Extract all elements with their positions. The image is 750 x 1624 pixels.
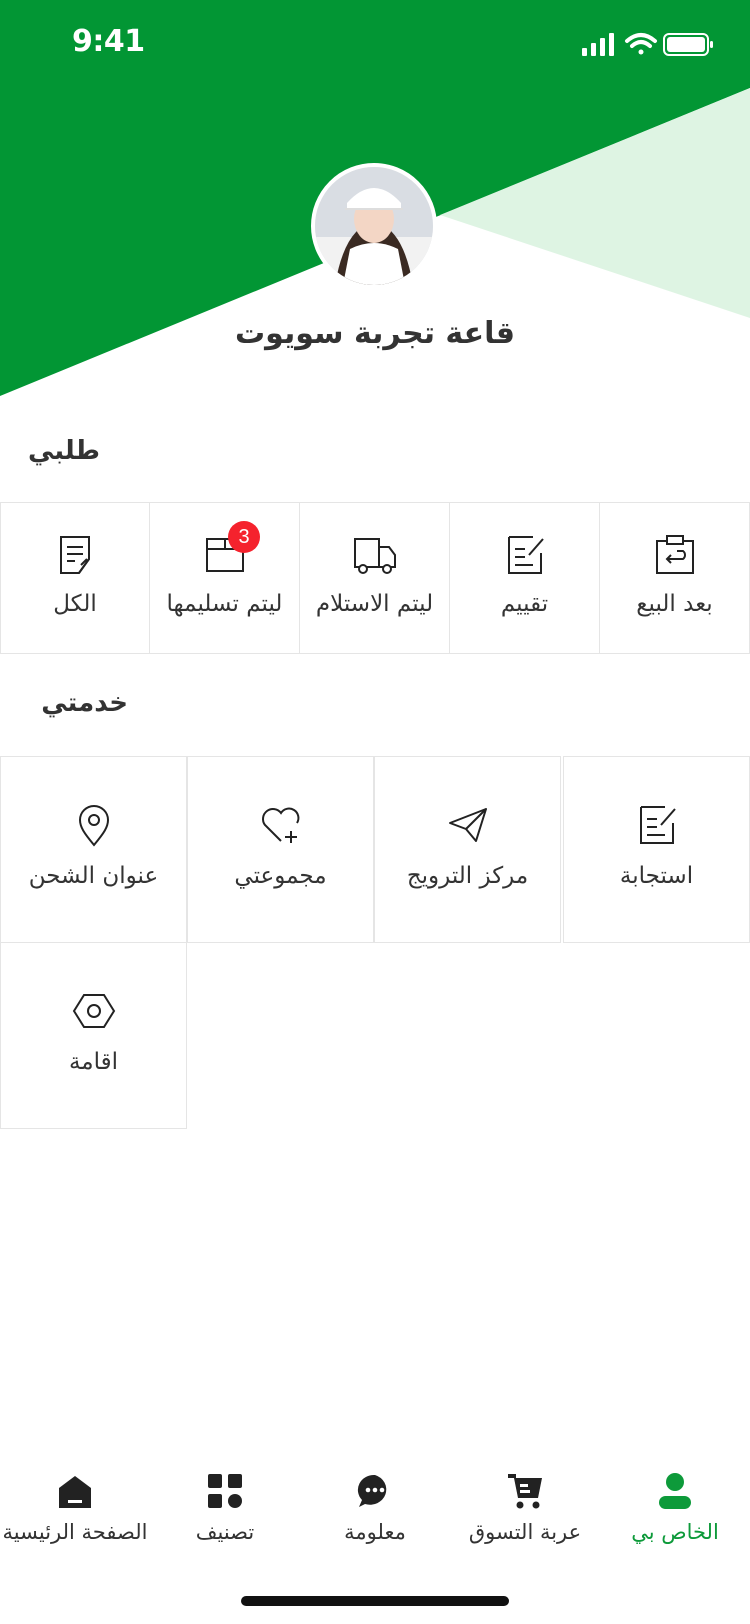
order-to-receive[interactable]: ليتم الاستلام	[300, 503, 450, 653]
tab-profile-label: الخاص بي	[631, 1520, 719, 1544]
signal-icon	[582, 33, 614, 56]
order-to-ship-label: ليتم تسليمها	[166, 591, 283, 617]
tab-messages[interactable]: معلومة	[300, 1460, 450, 1570]
wifi-icon	[625, 33, 657, 55]
status-time: 9:41	[72, 24, 145, 59]
orders-grid: الكل 3 ليتم تسليمها ليتم الاستلام تقييم	[0, 502, 750, 654]
all-orders-icon	[60, 536, 90, 574]
orders-section-title: طلبي	[27, 436, 100, 466]
home-indicator	[241, 1596, 509, 1606]
order-review[interactable]: تقييم	[450, 503, 600, 653]
chat-icon	[357, 1474, 387, 1507]
home-icon	[59, 1476, 91, 1508]
tab-profile[interactable]: الخاص بي	[600, 1460, 750, 1570]
service-my-collection[interactable]: مجموعتي	[187, 756, 374, 943]
service-address-label: عنوان الشحن	[28, 863, 159, 889]
service-shipping-address[interactable]: عنوان الشحن	[0, 756, 187, 943]
service-promotion-center[interactable]: مركز الترويج	[374, 756, 561, 943]
order-after-sale-label: بعد البيع	[636, 591, 713, 617]
settings-hexagon-icon	[72, 994, 115, 1028]
paper-plane-icon	[448, 808, 487, 842]
truck-icon	[353, 538, 396, 574]
order-to-receive-label: ليتم الاستلام	[315, 591, 434, 617]
order-all[interactable]: الكل	[0, 503, 150, 653]
service-settings[interactable]: اقامة	[0, 942, 187, 1129]
tab-messages-label: معلومة	[344, 1520, 406, 1544]
feedback-icon	[639, 806, 676, 844]
to-ship-badge: 3	[228, 521, 260, 553]
service-settings-label: اقامة	[68, 1049, 119, 1075]
order-review-label: تقييم	[500, 591, 549, 617]
bottom-tab-bar: الصفحة الرئيسية تصنيف معلومة عربة التسوق	[0, 1460, 750, 1570]
tab-cart[interactable]: عربة التسوق	[450, 1460, 600, 1570]
tab-category-label: تصنيف	[195, 1520, 255, 1544]
user-icon	[659, 1473, 691, 1509]
avatar[interactable]	[311, 163, 437, 289]
tab-cart-label: عربة التسوق	[468, 1520, 582, 1544]
order-to-ship[interactable]: 3 ليتم تسليمها	[150, 503, 300, 653]
category-icon	[208, 1474, 242, 1508]
heart-plus-icon	[261, 807, 299, 843]
battery-icon	[663, 33, 713, 56]
services-section-title: خدمتي	[41, 688, 128, 718]
avatar-image	[315, 167, 433, 285]
after-sale-icon	[655, 535, 694, 574]
order-after-sale[interactable]: بعد البيع	[600, 503, 750, 653]
tab-home[interactable]: الصفحة الرئيسية	[0, 1460, 150, 1570]
order-all-label: الكل	[53, 591, 97, 617]
tab-category[interactable]: تصنيف	[150, 1460, 300, 1570]
location-pin-icon	[78, 805, 109, 847]
status-icons	[582, 33, 713, 56]
service-collection-label: مجموعتي	[234, 863, 327, 889]
service-feedback-label: استجابة	[619, 863, 694, 889]
tab-home-label: الصفحة الرئيسية	[2, 1520, 148, 1544]
cart-icon	[508, 1474, 542, 1509]
service-promotion-label: مركز الترويج	[406, 863, 529, 889]
service-feedback[interactable]: استجابة	[563, 756, 750, 943]
review-icon	[507, 536, 544, 574]
username: قاعة تجربة سويوت	[234, 316, 516, 351]
